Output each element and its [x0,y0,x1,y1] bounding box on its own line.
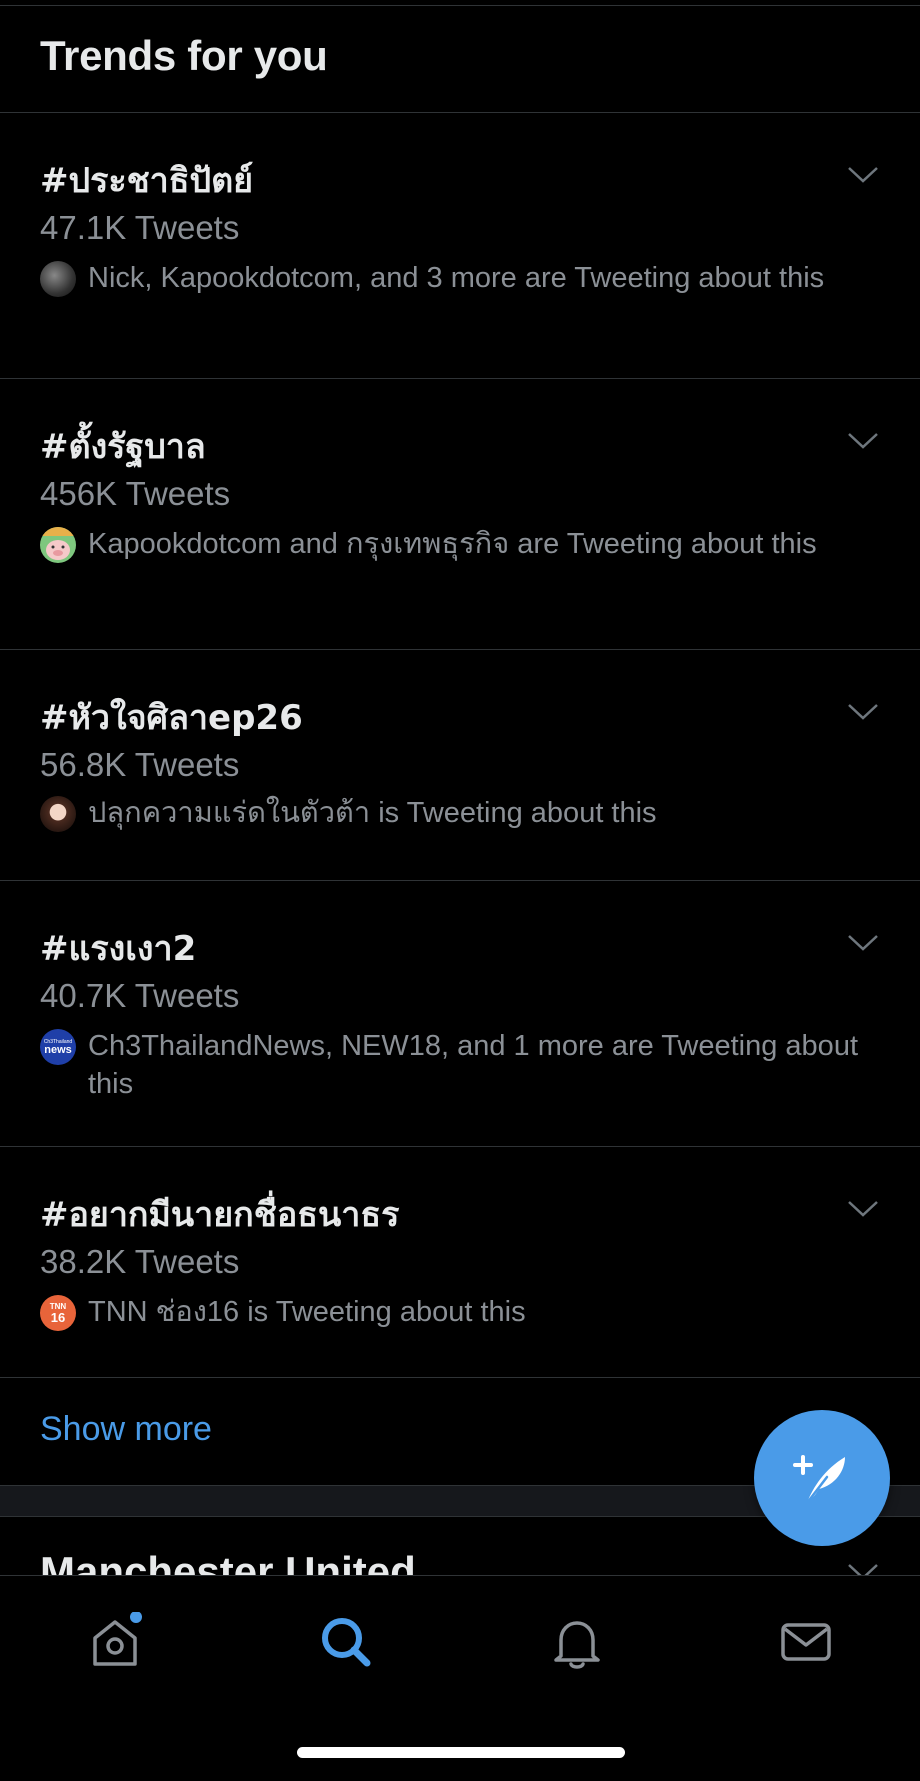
chevron-down-icon[interactable] [846,933,880,953]
trend-hashtag: #หัวใจศิลาep26 [40,698,303,738]
avatar: Ch3Thailand news [40,1029,76,1065]
home-icon [93,1612,142,1666]
avatar [40,527,76,563]
avatar [40,796,76,832]
trend-tweet-count: 56.8K Tweets [40,746,240,783]
news-badge-main: news [44,1043,72,1056]
tab-notifications[interactable] [547,1612,607,1672]
trend-hashtag: #ตั้งรัฐบาล [40,427,206,467]
trend-item[interactable]: #ประชาธิปัตย์ 47.1K Tweets Nick, Kapookd… [0,113,920,379]
avatar: TNN 16 [40,1295,76,1331]
trend-tweet-count: 47.1K Tweets [40,209,240,246]
tnn-badge-main: 16 [50,1310,66,1325]
avatar [40,261,76,297]
bell-icon [554,1621,600,1669]
compose-feather-icon [793,1455,845,1505]
chevron-down-icon[interactable] [846,165,880,185]
trend-hashtag: #อยากมีนายกชื่อธนาธร [40,1195,400,1235]
chevron-down-icon[interactable] [846,1199,880,1219]
trend-item[interactable]: #อยากมีนายกชื่อธนาธร 38.2K Tweets TNN 16… [0,1147,920,1378]
compose-tweet-button[interactable] [754,1410,890,1546]
trend-context: TNN ช่อง16 is Tweeting about this [88,1296,526,1328]
trend-hashtag: #ประชาธิปัตย์ [40,161,254,201]
mail-icon [781,1623,831,1661]
show-more-link[interactable]: Show more [40,1410,212,1449]
trend-hashtag: #แรงเงา2 [40,929,197,969]
chevron-down-icon[interactable] [846,702,880,722]
trend-item[interactable]: #หัวใจศิลาep26 56.8K Tweets ปลุกความแร่ด… [0,650,920,881]
trend-tweet-count: 38.2K Tweets [40,1243,240,1280]
section-title: Trends for you [40,32,328,79]
tab-search[interactable] [316,1612,376,1672]
notification-dot [130,1612,142,1623]
trend-tweet-count: 456K Tweets [40,475,231,512]
trend-context: Nick, Kapookdotcom, and 3 more are Tweet… [88,262,825,294]
search-icon [322,1618,371,1667]
pig-icon [40,527,76,560]
trend-tweet-count: 40.7K Tweets [40,977,240,1014]
trend-item[interactable]: #ตั้งรัฐบาล 456K Tweets Kapookdotcom and… [0,379,920,650]
home-indicator [297,1747,625,1758]
tab-messages[interactable] [776,1612,836,1672]
trend-context: ปลุกความแร่ดในตัวต้า is Tweeting about t… [88,797,657,829]
tab-home[interactable] [85,1612,145,1672]
chevron-down-icon[interactable] [846,431,880,451]
top-divider [0,5,920,6]
trend-context: Ch3ThailandNews, NEW18, and 1 more are T… [88,1030,859,1100]
trend-item[interactable]: #แรงเงา2 40.7K Tweets Ch3Thailand news C… [0,881,920,1147]
trend-context: Kapookdotcom and กรุงเทพธุรกิจ are Tweet… [88,528,817,560]
